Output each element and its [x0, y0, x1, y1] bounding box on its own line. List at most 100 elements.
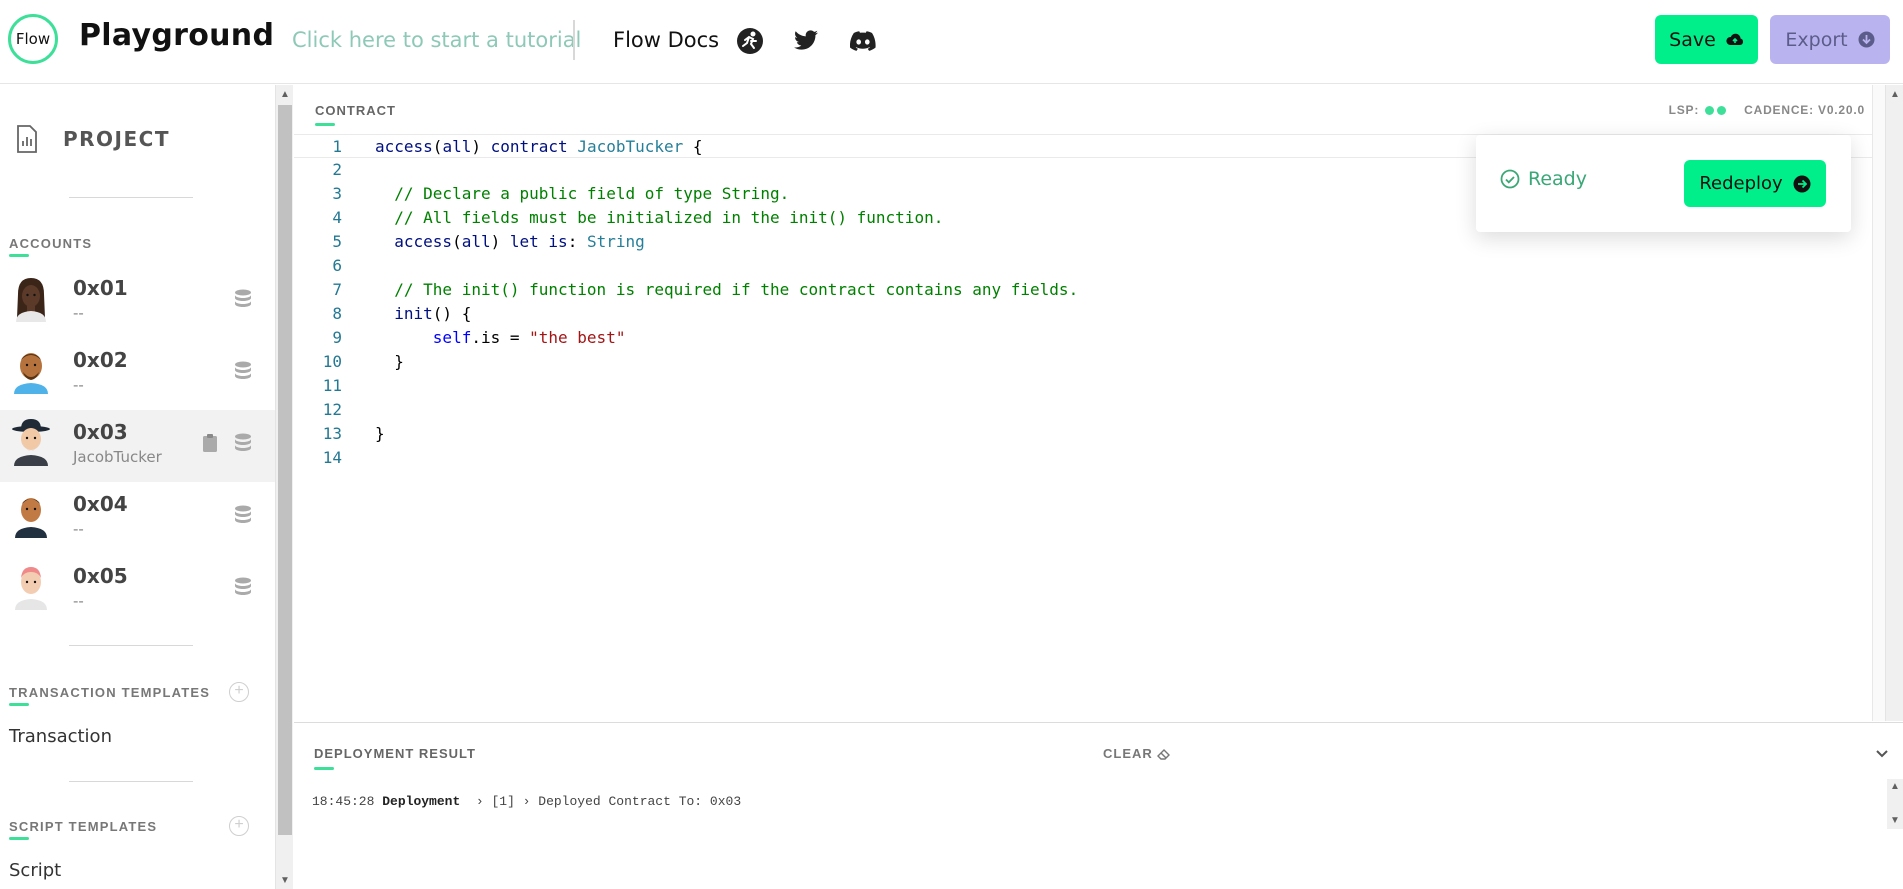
log-entry: 18:45:28 Deployment › [1] › Deployed Con…: [312, 794, 742, 809]
account-item-0x04[interactable]: 0x04 --: [0, 482, 275, 554]
flow-docs-link[interactable]: Flow Docs: [613, 28, 719, 52]
account-contract-name: --: [73, 304, 84, 322]
line-number: 5: [332, 232, 342, 251]
account-item-0x03[interactable]: 0x03 JacobTucker: [0, 410, 275, 482]
code-text: // Declare a public field of type String…: [375, 184, 790, 203]
account-address: 0x03: [73, 420, 128, 444]
sidebar-scrollbar[interactable]: ▲ ▼: [275, 85, 293, 889]
divider: [69, 781, 193, 782]
project-label: PROJECT: [63, 127, 170, 151]
add-script-template-button[interactable]: +: [229, 816, 249, 836]
script-templates-underline: [9, 837, 29, 840]
lsp-label: LSP:: [1668, 103, 1700, 117]
line-number: 7: [332, 280, 342, 299]
scroll-thumb[interactable]: [278, 105, 292, 835]
code-text: // The init() function is required if th…: [375, 280, 1079, 299]
tutorial-link[interactable]: Click here to start a tutorial: [292, 28, 581, 52]
account-contract-name: JacobTucker: [73, 448, 162, 466]
page-scrollbar[interactable]: ▲: [1885, 85, 1903, 721]
code-line: 5 access(all) let is: String: [294, 230, 1872, 254]
redeploy-label: Redeploy: [1699, 173, 1783, 194]
code-text: access(all) contract JacobTucker {: [375, 137, 703, 156]
script-template-item[interactable]: Script: [9, 860, 61, 881]
sidebar: PROJECT ACCOUNTS 0x01 -- 0x02 -- 0x03 Ja…: [0, 85, 275, 889]
code-line: 7 // The init() function is required if …: [294, 278, 1872, 302]
scroll-up-arrow[interactable]: ▲: [1890, 781, 1900, 792]
code-text: // All fields must be initialized in the…: [375, 208, 944, 227]
code-line: 6: [294, 254, 1872, 278]
deployment-result-panel: DEPLOYMENT RESULT CLEAR 18:45:28 Deploym…: [294, 722, 1903, 889]
script-templates-title: SCRIPT TEMPLATES: [9, 819, 158, 834]
log-kind: Deployment: [382, 794, 461, 809]
database-icon[interactable]: [234, 505, 252, 525]
status-text: Ready: [1528, 168, 1587, 190]
deployment-result-title: DEPLOYMENT RESULT: [314, 746, 476, 761]
add-transaction-template-button[interactable]: +: [229, 682, 249, 702]
code-line: 8 init() {: [294, 302, 1872, 326]
check-circle-icon: [1500, 169, 1520, 189]
line-number: 2: [332, 160, 342, 179]
code-line: 9 self.is = "the best": [294, 326, 1872, 350]
accounts-underline: [9, 254, 29, 257]
accounts-title: ACCOUNTS: [9, 236, 93, 251]
code-text: self.is = "the best": [432, 328, 626, 347]
log-count: [1]: [491, 794, 515, 809]
line-number: 3: [332, 184, 342, 203]
lsp-dot: [1717, 105, 1727, 115]
account-address: 0x05: [73, 564, 128, 588]
export-button[interactable]: Export: [1770, 15, 1890, 64]
avatar: [15, 567, 47, 610]
clear-button[interactable]: CLEAR: [1103, 746, 1171, 761]
clipboard-icon[interactable]: [201, 433, 219, 453]
account-address: 0x02: [73, 348, 128, 372]
deployment-scrollbar[interactable]: ▲ ▼: [1887, 779, 1903, 829]
scroll-down-arrow[interactable]: ▼: [280, 875, 290, 886]
database-icon[interactable]: [234, 577, 252, 597]
log-message: Deployed Contract To: 0x03: [538, 794, 742, 809]
clear-label: CLEAR: [1103, 746, 1153, 761]
avatar: [12, 419, 50, 466]
contract-underline: [315, 123, 335, 126]
cadence-version: CADENCE: V0.20.0: [1744, 103, 1865, 117]
code-line: 10 }: [294, 350, 1872, 374]
line-number: 1: [332, 137, 342, 156]
chart-document-icon: [17, 125, 37, 153]
twitter-icon[interactable]: [791, 26, 821, 56]
contract-label: CONTRACT: [315, 103, 396, 118]
code-text: }: [375, 352, 404, 371]
deployment-underline: [314, 767, 334, 770]
database-icon[interactable]: [234, 289, 252, 309]
line-number: 14: [322, 448, 342, 467]
transaction-template-item[interactable]: Transaction: [9, 726, 112, 747]
scroll-up-arrow[interactable]: ▲: [280, 89, 290, 100]
account-address: 0x01: [73, 276, 128, 300]
flow-logo[interactable]: Flow: [8, 14, 58, 64]
editor-scrollbar[interactable]: [1872, 85, 1885, 721]
account-contract-name: --: [73, 592, 84, 610]
chevron-down-icon[interactable]: [1872, 743, 1892, 763]
discord-icon[interactable]: [848, 26, 878, 56]
project-nav[interactable]: PROJECT: [15, 125, 170, 153]
code-line: 12: [294, 398, 1872, 422]
redeploy-button[interactable]: Redeploy: [1684, 160, 1826, 207]
account-item-0x01[interactable]: 0x01 --: [0, 266, 275, 338]
avatar: [16, 278, 46, 322]
ready-status: Ready: [1500, 168, 1587, 190]
code-text: }: [375, 424, 385, 443]
header-divider: [573, 20, 575, 60]
database-icon[interactable]: [234, 361, 252, 381]
account-address: 0x04: [73, 492, 128, 516]
deploy-status-panel: Ready Redeploy: [1476, 135, 1851, 232]
code-line: 14: [294, 446, 1872, 470]
line-number: 6: [332, 256, 342, 275]
scroll-down-arrow[interactable]: ▼: [1890, 815, 1900, 826]
divider: [69, 645, 193, 646]
account-item-0x02[interactable]: 0x02 --: [0, 338, 275, 410]
flow-runner-icon[interactable]: [735, 26, 765, 56]
save-button[interactable]: Save: [1655, 15, 1758, 64]
scroll-up-arrow[interactable]: ▲: [1890, 89, 1900, 100]
code-text: init() {: [394, 304, 472, 323]
eraser-icon: [1156, 748, 1170, 760]
database-icon[interactable]: [234, 433, 252, 453]
account-item-0x05[interactable]: 0x05 --: [0, 554, 275, 626]
